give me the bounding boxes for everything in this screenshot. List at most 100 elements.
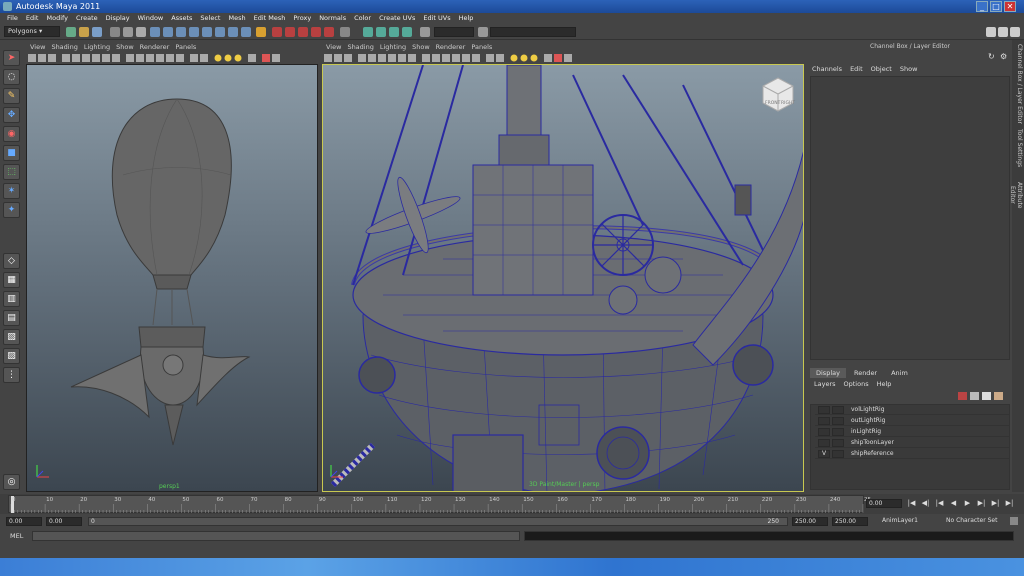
left-vp-menu-renderer[interactable]: Renderer — [140, 43, 170, 52]
right-vp-menu-lighting[interactable]: Lighting — [380, 43, 406, 52]
open-scene-icon[interactable] — [79, 27, 89, 37]
current-frame-field[interactable]: 0.00 — [866, 499, 902, 508]
move-tool-icon[interactable]: ✥ — [3, 107, 20, 123]
select-object-icon[interactable] — [123, 27, 133, 37]
select-by-joint-icon[interactable] — [163, 27, 173, 37]
start-time-field[interactable]: 0.00 — [6, 517, 42, 526]
play-forwards-button[interactable]: ▶ — [962, 498, 973, 508]
preferences-icon[interactable] — [1010, 517, 1018, 525]
scale-tool-icon[interactable]: ■ — [3, 145, 20, 161]
left-viewport[interactable]: persp1 — [26, 64, 318, 492]
go-to-end-button[interactable]: ▶| — [1004, 498, 1015, 508]
menu-assets[interactable]: Assets — [167, 13, 196, 24]
tab-display[interactable]: Display — [810, 368, 846, 378]
layer-visibility-toggle[interactable] — [818, 417, 830, 425]
history-icon[interactable] — [340, 27, 350, 37]
menu-set-dropdown[interactable]: Polygons ▾ — [4, 26, 60, 37]
select-hierarchy-icon[interactable] — [110, 27, 120, 37]
go-to-start-button[interactable]: |◀ — [906, 498, 917, 508]
side-tab-tool-settings[interactable]: Tool Settings — [1013, 128, 1023, 168]
end-time-field[interactable]: 250.00 — [832, 517, 868, 526]
playback-end-field[interactable]: 250.00 — [792, 517, 828, 526]
select-by-render-icon[interactable] — [228, 27, 238, 37]
numeric-input-field[interactable] — [434, 27, 474, 37]
menu-edit-uvs[interactable]: Edit UVs — [419, 13, 454, 24]
single-perspective-layout-icon[interactable]: ◇ — [3, 253, 20, 269]
menu-mesh[interactable]: Mesh — [224, 13, 249, 24]
layer-row[interactable]: shipToonLayer — [815, 438, 1009, 448]
paint-select-icon[interactable]: ✎ — [3, 88, 20, 104]
channel-box-list[interactable] — [810, 76, 1010, 360]
anim-layer-dropdown[interactable]: AnimLayer1 — [880, 517, 936, 526]
command-language-label[interactable]: MEL — [10, 532, 23, 540]
maximize-button[interactable]: □ — [990, 1, 1002, 12]
lock-selection-icon[interactable] — [256, 27, 266, 37]
channel-menu-object[interactable]: Object — [871, 65, 892, 73]
layer-menu-options[interactable]: Options — [844, 380, 869, 388]
persp-outliner-layout-icon[interactable]: ▥ — [3, 291, 20, 307]
channel-menu-show[interactable]: Show — [900, 65, 918, 73]
time-slider-track[interactable]: 0 10 20 30 40 50 60 70 80 90 100 110 120 130 140 150 160… — [8, 495, 871, 513]
select-by-misc-icon[interactable] — [241, 27, 251, 37]
right-vp-menu-shading[interactable]: Shading — [347, 43, 373, 52]
lasso-tool-icon[interactable]: ◌ — [3, 69, 20, 85]
soft-modification-icon[interactable]: ✶ — [3, 183, 20, 199]
render-settings-icon[interactable] — [402, 27, 412, 37]
menu-modify[interactable]: Modify — [42, 13, 72, 24]
menu-create-uvs[interactable]: Create UVs — [375, 13, 419, 24]
left-viewport-toolbar-icons[interactable] — [26, 53, 318, 63]
attribute-editor-toggle-icon[interactable] — [986, 27, 996, 37]
quick-layout-icon[interactable]: ◎ — [3, 474, 20, 490]
snap-curve-icon[interactable] — [285, 27, 295, 37]
new-scene-icon[interactable] — [66, 27, 76, 37]
character-set-dropdown[interactable]: No Character Set — [944, 517, 1006, 526]
right-vp-menu-view[interactable]: View — [326, 43, 341, 52]
select-by-surface-icon[interactable] — [189, 27, 199, 37]
command-input[interactable] — [32, 531, 520, 541]
input-field-mode-icon[interactable] — [420, 27, 430, 37]
rotate-tool-icon[interactable]: ◉ — [3, 126, 20, 142]
layer-visibility-toggle[interactable] — [818, 439, 830, 447]
menu-color[interactable]: Color — [350, 13, 375, 24]
custom-layout-icon[interactable]: ⋮ — [3, 367, 20, 383]
show-manipulator-icon[interactable]: ✦ — [3, 202, 20, 218]
new-layer-selected-icon[interactable] — [982, 392, 991, 400]
tab-anim[interactable]: Anim — [885, 368, 914, 378]
right-vp-menu-show[interactable]: Show — [412, 43, 430, 52]
left-vp-menu-panels[interactable]: Panels — [175, 43, 196, 52]
channel-menu-edit[interactable]: Edit — [850, 65, 863, 73]
minimize-button[interactable]: _ — [976, 1, 988, 12]
step-back-key-button[interactable]: ◀| — [920, 498, 931, 508]
select-tool-icon[interactable]: ➤ — [3, 50, 20, 66]
layer-display-type-toggle[interactable] — [832, 417, 844, 425]
layer-display-type-toggle[interactable] — [832, 450, 844, 458]
delete-layer-icon[interactable] — [958, 392, 967, 400]
layer-visibility-toggle[interactable] — [818, 428, 830, 436]
layer-display-type-toggle[interactable] — [832, 406, 844, 414]
layer-display-type-toggle[interactable] — [832, 428, 844, 436]
lock-icon[interactable]: ↻ — [988, 52, 995, 61]
layer-row[interactable]: inLightRig — [815, 427, 1009, 437]
select-by-curve-icon[interactable] — [176, 27, 186, 37]
channel-menu-channels[interactable]: Channels — [812, 65, 842, 73]
step-back-frame-button[interactable]: |◀ — [934, 498, 945, 508]
menu-proxy[interactable]: Proxy — [289, 13, 315, 24]
time-slider[interactable]: 0 10 20 30 40 50 60 70 80 90 100 110 120 130 140 150 160… — [0, 494, 1024, 514]
menu-edit[interactable]: Edit — [22, 13, 43, 24]
layer-display-type-toggle[interactable] — [832, 439, 844, 447]
select-by-deformer-icon[interactable] — [202, 27, 212, 37]
persp-uv-layout-icon[interactable]: ▨ — [3, 348, 20, 364]
layer-row[interactable]: V shipReference — [815, 449, 1009, 459]
right-vp-menu-panels[interactable]: Panels — [471, 43, 492, 52]
make-live-icon[interactable] — [324, 27, 334, 37]
layer-menu-help[interactable]: Help — [877, 380, 892, 388]
input-mode-icon[interactable] — [478, 27, 488, 37]
select-by-dynamics-icon[interactable] — [215, 27, 225, 37]
menu-window[interactable]: Window — [134, 13, 168, 24]
side-tab-attribute-editor[interactable]: Attribute Editor — [1009, 172, 1023, 218]
left-vp-menu-shading[interactable]: Shading — [51, 43, 77, 52]
snap-view-plane-icon[interactable] — [311, 27, 321, 37]
tool-settings-toggle-icon[interactable] — [998, 27, 1008, 37]
menu-normals[interactable]: Normals — [315, 13, 350, 24]
step-forward-frame-button[interactable]: ▶| — [976, 498, 987, 508]
